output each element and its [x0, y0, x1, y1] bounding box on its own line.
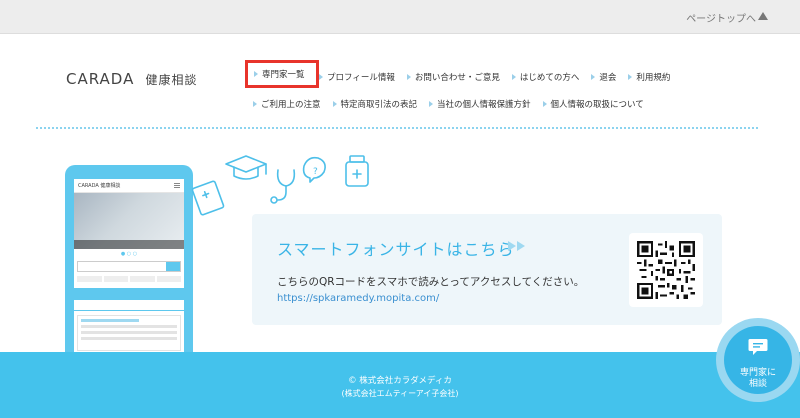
phone-tag	[156, 276, 181, 282]
nav-link-commercial-law[interactable]: 特定商取引法の表記	[332, 98, 418, 110]
consult-expert-button-inner[interactable]: 専門家に 相談	[724, 326, 792, 394]
nav-link-label: はじめての方へ	[519, 73, 580, 83]
nav-link-label: 利用規約	[636, 73, 671, 83]
nav-bullet-icon	[406, 74, 411, 80]
nav-link-label: 特定商取引法の表記	[340, 100, 418, 110]
qr-code-panel: スマートフォンサイトはこちら こちらのQRコードをスマホで読みとってアクセスして…	[252, 214, 722, 325]
nav-link-privacy-policy[interactable]: 当社の個人情報保護方針	[429, 98, 531, 110]
medicine-bottle-icon	[349, 155, 365, 163]
phone-hero-image	[74, 193, 184, 249]
smartphone-illustration: CARADA 健康相談 ● ○ ○	[65, 165, 193, 355]
nav-link-unsubscribe[interactable]: 退会	[591, 71, 616, 83]
chat-bubble-icon	[748, 339, 768, 355]
section-divider	[36, 127, 758, 129]
phone-hero-caption	[74, 240, 184, 249]
phone-screen-logo: CARADA 健康相談	[78, 183, 121, 189]
subsidiary-text: (株式会社エムティーアイ子会社)	[341, 389, 459, 398]
nav-row-2: ご利用上の注意 特定商取引法の表記 当社の個人情報保護方針 個人情報の取扱につい…	[253, 94, 723, 114]
nav-link-label: プロフィール情報	[327, 73, 395, 83]
nav-bullet-icon	[332, 101, 337, 107]
page-top-link[interactable]: ページトップへ	[686, 10, 756, 25]
nav-bullet-icon	[511, 74, 516, 80]
nav-link-usage-notes[interactable]: ご利用上の注意	[253, 98, 321, 110]
phone-card-line	[81, 325, 177, 328]
phone-tags	[74, 274, 184, 284]
copyright-text: © 株式会社カラダメディカ	[348, 376, 452, 386]
nav-link-personal-info[interactable]: 個人情報の取扱について	[542, 98, 644, 110]
nav-link-expert-list[interactable]: 専門家一覧	[245, 60, 319, 88]
nav-link-profile[interactable]: プロフィール情報	[319, 71, 395, 83]
nav-link-first-time[interactable]: はじめての方へ	[511, 71, 580, 83]
phone-screen-header: CARADA 健康相談	[74, 179, 184, 193]
nav-link-contact[interactable]: お問い合わせ・ご意見	[406, 71, 500, 83]
up-arrow-icon[interactable]	[758, 12, 768, 20]
site-footer: © 株式会社カラダメディカ (株式会社エムティーアイ子会社)	[0, 352, 800, 418]
phone-tabs	[74, 300, 184, 311]
nav-bullet-icon	[319, 74, 323, 80]
nav-bullet-icon	[628, 74, 633, 80]
nav-bullet-icon	[253, 101, 257, 107]
smartphone-site-title: スマートフォンサイトはこちら	[277, 240, 515, 259]
nav-link-terms[interactable]: 利用規約	[628, 71, 670, 83]
qr-code-image	[629, 233, 703, 307]
carada-logo[interactable]: CARADA 健康相談	[66, 69, 197, 88]
phone-tag	[103, 276, 128, 282]
qr-code-icon	[637, 241, 695, 299]
consult-button-label-2: 相談	[748, 379, 767, 389]
hamburger-menu-icon	[174, 183, 180, 188]
phone-search-button	[166, 262, 180, 271]
smartphone-site-url-link[interactable]: https://spkaramedy.mopita.com/	[277, 293, 439, 304]
nav-link-label: 個人情報の取扱について	[550, 100, 644, 110]
logo-main-text: CARADA	[66, 70, 135, 88]
nav-link-label: 退会	[599, 73, 617, 83]
footer-nav: 専門家一覧 プロフィール情報 お問い合わせ・ご意見 はじめての方へ 退会 利用規…	[245, 60, 723, 114]
nav-link-label: 専門家一覧	[262, 70, 305, 80]
svg-text:?: ?	[313, 167, 318, 177]
nav-link-label: 当社の個人情報保護方針	[437, 100, 531, 110]
phone-card-line	[81, 331, 177, 334]
medical-card-icon	[191, 180, 225, 216]
stethoscope-icon	[276, 169, 296, 187]
phone-section-band	[74, 288, 184, 300]
nav-bullet-icon	[254, 71, 258, 77]
consult-expert-button[interactable]: 専門家に 相談	[716, 318, 800, 402]
carousel-dots: ● ○ ○	[120, 251, 138, 257]
nav-link-label: ご利用上の注意	[261, 100, 321, 110]
nav-bullet-icon	[591, 74, 596, 80]
page-top-bar: ページトップへ	[0, 0, 800, 34]
medical-icons-illustration: ?	[191, 155, 369, 216]
qr-description: こちらのQRコードをスマホで読みとってアクセスしてください。	[277, 276, 585, 288]
nav-bullet-icon	[429, 101, 434, 107]
graduation-cap-icon	[225, 155, 267, 173]
phone-tag	[77, 276, 102, 282]
phone-search-box	[77, 261, 181, 272]
double-arrow-icon	[508, 241, 525, 251]
phone-card-line	[81, 319, 139, 322]
nav-link-label: お問い合わせ・ご意見	[414, 73, 500, 83]
phone-qa-card	[77, 315, 181, 351]
nav-bullet-icon	[542, 101, 547, 107]
nav-row-1: 専門家一覧 プロフィール情報 お問い合わせ・ご意見 はじめての方へ 退会 利用規…	[245, 60, 723, 88]
logo-sub-text: 健康相談	[145, 73, 198, 87]
phone-tag	[130, 276, 155, 282]
phone-card-line	[81, 337, 177, 340]
phone-screen: CARADA 健康相談 ● ○ ○	[74, 179, 184, 355]
